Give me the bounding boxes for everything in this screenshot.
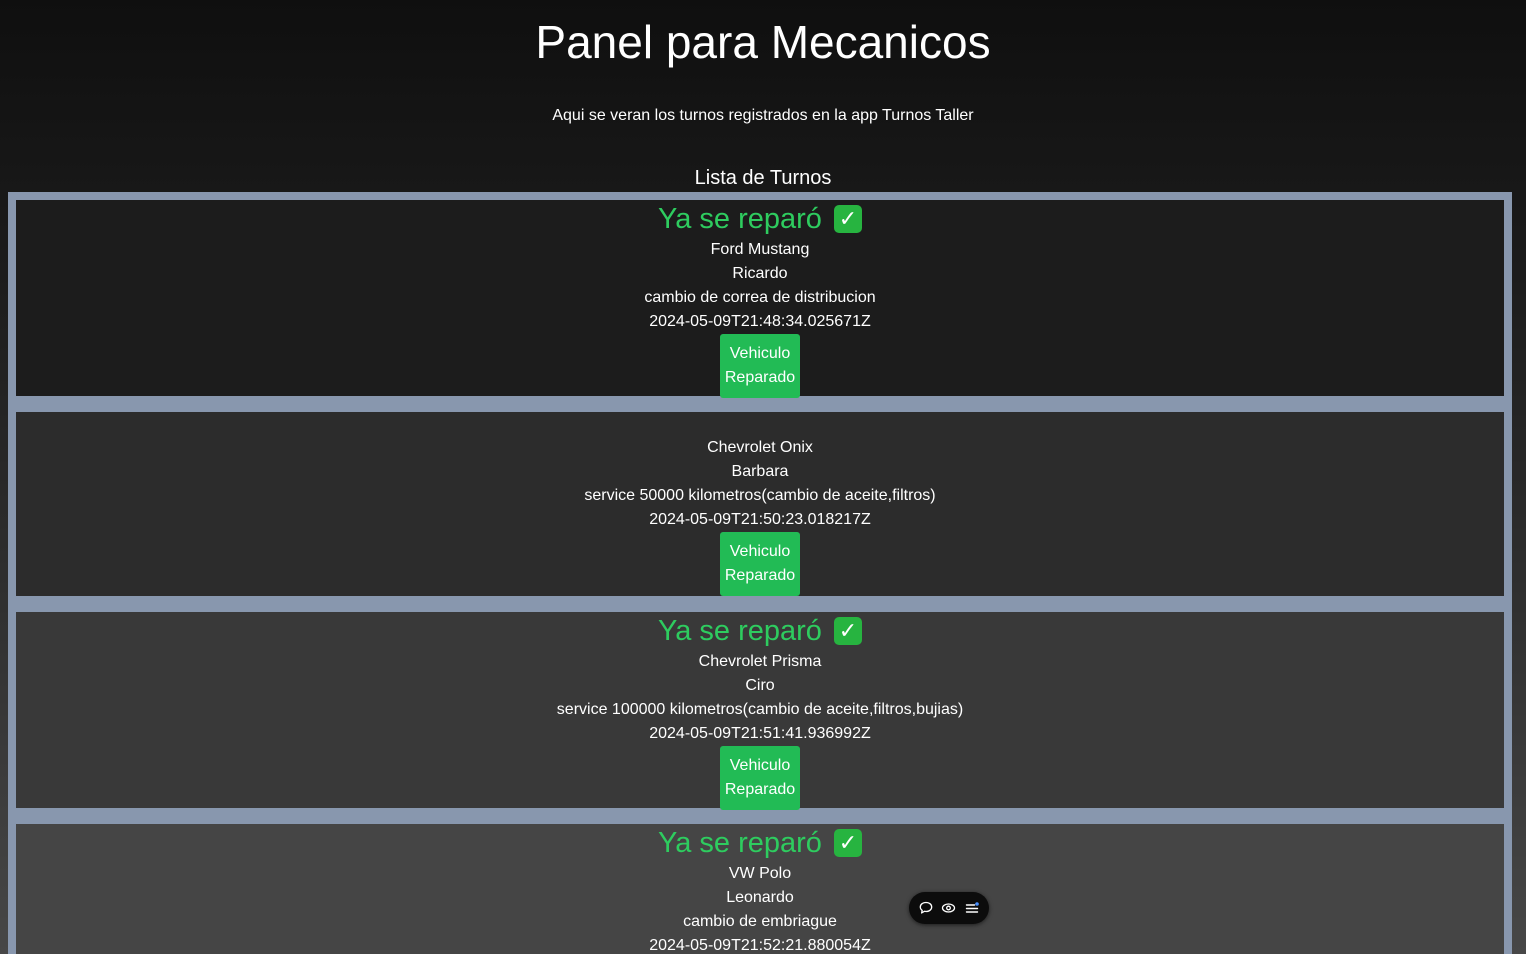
vehicle-name: Chevrolet Prisma bbox=[698, 653, 822, 670]
page: Panel para Mecanicos Aqui se veran los t… bbox=[0, 0, 1526, 954]
client-name: Ricardo bbox=[732, 265, 788, 282]
turno-card: Ya se reparó ✓ Ford Mustang Ricardo camb… bbox=[16, 200, 1504, 398]
status-repaired: Ya se reparó ✓ bbox=[16, 824, 1504, 862]
service-description: service 100000 kilometros(cambio de acei… bbox=[556, 701, 964, 718]
status-repaired: Ya se reparó ✓ bbox=[16, 200, 1504, 238]
eye-icon[interactable] bbox=[939, 898, 959, 918]
menu-list-icon[interactable] bbox=[962, 898, 982, 918]
turno-date: 2024-05-09T21:51:41.936992Z bbox=[649, 725, 871, 742]
turno-date: 2024-05-09T21:48:34.025671Z bbox=[649, 313, 871, 330]
vehicle-repaired-button[interactable]: Vehiculo Reparado bbox=[720, 532, 800, 596]
service-description: service 50000 kilometros(cambio de aceit… bbox=[584, 487, 936, 504]
floating-toolbar bbox=[909, 892, 989, 924]
vehicle-name: VW Polo bbox=[728, 865, 792, 882]
turno-card: Chevrolet Onix Barbara service 50000 kil… bbox=[16, 412, 1504, 596]
service-description: cambio de correa de distribucion bbox=[644, 289, 876, 306]
check-mark-icon: ✓ bbox=[833, 829, 862, 857]
client-name: Leonardo bbox=[726, 889, 794, 906]
status-label: Ya se reparó bbox=[658, 615, 822, 647]
list-heading: Lista de Turnos bbox=[694, 167, 832, 189]
vehicle-repaired-button[interactable]: Vehiculo Reparado bbox=[720, 334, 800, 398]
vehicle-name: Ford Mustang bbox=[710, 241, 810, 258]
service-description: cambio de embriague bbox=[683, 913, 837, 930]
status-label: Ya se reparó bbox=[658, 827, 822, 859]
check-mark-icon: ✓ bbox=[833, 205, 862, 233]
vehicle-name: Chevrolet Onix bbox=[707, 439, 813, 456]
client-name: Ciro bbox=[745, 677, 775, 694]
check-mark-icon: ✓ bbox=[833, 617, 862, 645]
page-subtitle: Aqui se veran los turnos registrados en … bbox=[552, 107, 974, 124]
comment-icon[interactable] bbox=[916, 898, 936, 918]
vehicle-repaired-button[interactable]: Vehiculo Reparado bbox=[720, 746, 800, 810]
turnos-list: Ya se reparó ✓ Ford Mustang Ricardo camb… bbox=[8, 192, 1512, 954]
client-name: Barbara bbox=[731, 463, 789, 480]
page-title: Panel para Mecanicos bbox=[535, 16, 991, 68]
turno-date: 2024-05-09T21:52:21.880054Z bbox=[649, 937, 871, 954]
status-repaired: Ya se reparó ✓ bbox=[16, 612, 1504, 650]
status-label: Ya se reparó bbox=[658, 203, 822, 235]
card-body: Chevrolet Onix Barbara service 50000 kil… bbox=[16, 412, 1504, 596]
turno-card: Ya se reparó ✓ Chevrolet Prisma Ciro ser… bbox=[16, 612, 1504, 810]
turno-card: Ya se reparó ✓ VW Polo Leonardo cambio d… bbox=[16, 824, 1504, 954]
turno-date: 2024-05-09T21:50:23.018217Z bbox=[649, 511, 871, 528]
